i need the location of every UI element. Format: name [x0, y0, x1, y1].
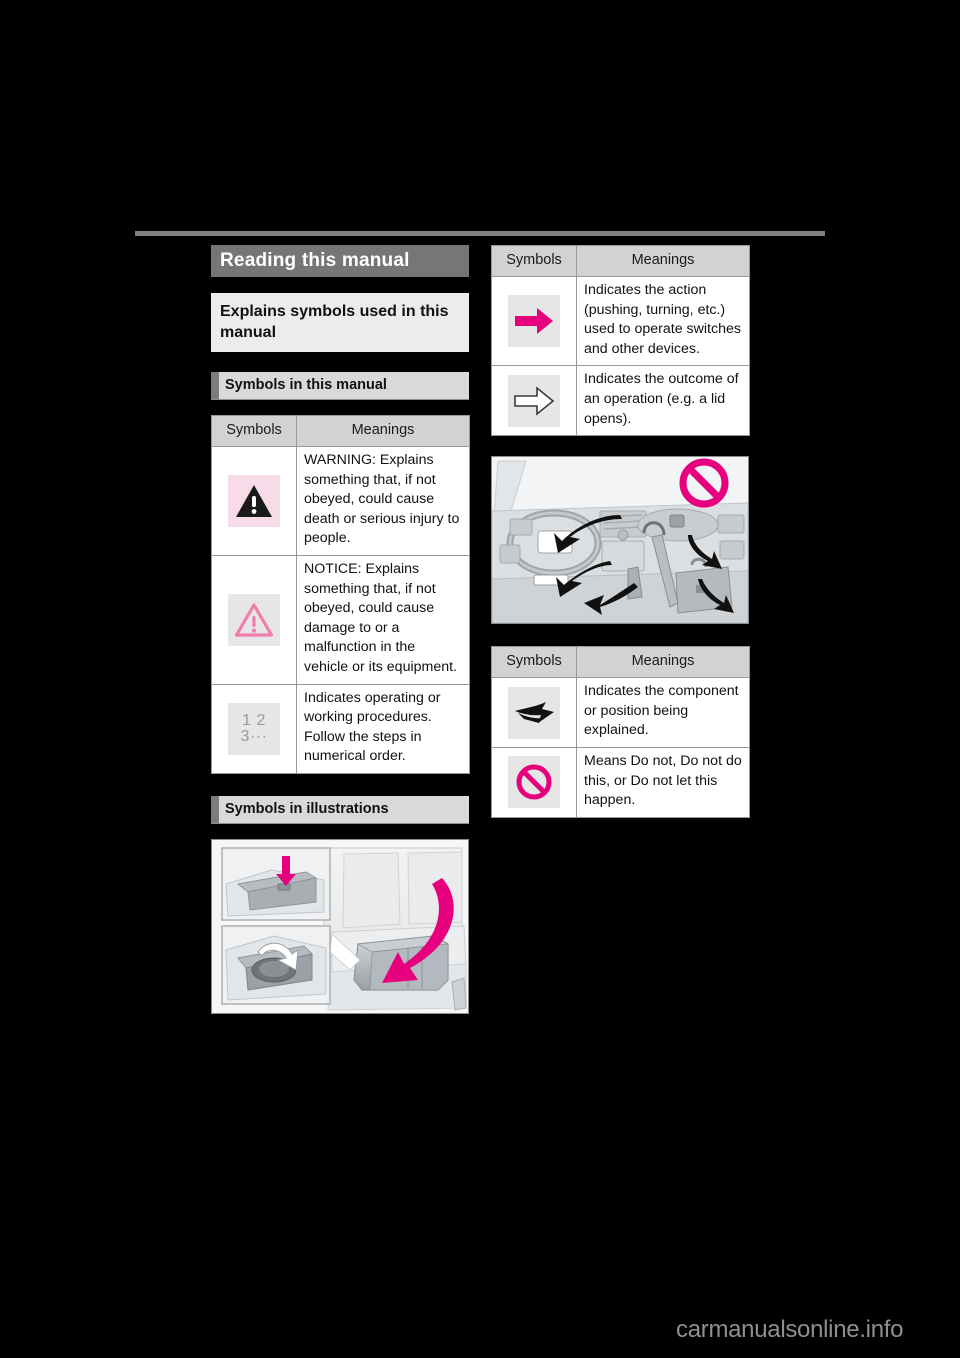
meaning-cell: NOTICE: Explains something that, if not … — [296, 554, 470, 685]
table-row: WARNING: Explains something that, if not… — [211, 446, 470, 556]
left-column: Reading this manual Explains symbols use… — [211, 245, 470, 1014]
symbol-cell — [491, 365, 577, 437]
page-top-rule — [135, 231, 825, 236]
subheading-accent-bar — [211, 372, 219, 399]
table-row: NOTICE: Explains something that, if not … — [211, 554, 470, 685]
illustration-symbols-table-top: Symbols Meanings Indicates the action (p… — [491, 245, 750, 437]
section-heading: Explains symbols used in this manual — [211, 293, 469, 352]
prohibition-circle-icon — [508, 756, 560, 809]
column-header-meanings: Meanings — [576, 245, 750, 277]
column-header-symbols: Symbols — [491, 646, 577, 679]
table-row: Means Do not, Do not do this, or Do not … — [491, 746, 750, 818]
symbol-cell — [491, 746, 577, 818]
subheading-symbols-in-illustrations: Symbols in illustrations — [211, 795, 469, 824]
symbol-cell: 1 2 3··· — [211, 683, 297, 774]
column-header-meanings: Meanings — [576, 646, 750, 679]
site-watermark: carmanualsonline.info — [676, 1316, 904, 1343]
manual-page: Reading this manual Explains symbols use… — [0, 0, 960, 1358]
number-sequence-icon: 1 2 3··· — [228, 702, 280, 755]
illustration-symbols-table-bottom: Symbols Meanings Indicates the component… — [491, 646, 750, 818]
meaning-cell: WARNING: Explains something that, if not… — [296, 446, 470, 556]
meaning-cell: Means Do not, Do not do this, or Do not … — [576, 746, 750, 818]
table-header-row: Symbols Meanings — [211, 415, 470, 447]
outline-arrow-right-icon — [508, 374, 560, 427]
rear-seat-armrest-illustration — [211, 838, 469, 1014]
subheading-symbols-in-this-manual: Symbols in this manual — [211, 372, 469, 400]
meaning-cell: Indicates operating or working procedure… — [296, 683, 470, 774]
table-row: Indicates the action (pushing, turning, … — [491, 275, 750, 367]
symbol-cell — [211, 446, 297, 556]
subheading-label: Symbols in this manual — [219, 372, 469, 399]
meaning-cell: Indicates the outcome of an operation (e… — [576, 365, 750, 437]
column-header-symbols: Symbols — [491, 245, 577, 277]
symbol-cell — [211, 554, 297, 685]
chapter-title-bar: Reading this manual — [211, 245, 469, 277]
column-header-meanings: Meanings — [296, 415, 470, 447]
solid-arrow-right-icon — [508, 295, 560, 348]
manual-symbols-table: Symbols Meanings WARNING: Explains somet… — [211, 415, 470, 774]
table-row: Indicates the component or position bein… — [491, 677, 750, 748]
meaning-cell: Indicates the component or position bein… — [576, 677, 750, 748]
table-header-row: Symbols Meanings — [491, 646, 750, 679]
warning-triangle-icon — [228, 474, 280, 527]
symbol-cell — [491, 275, 577, 367]
meaning-cell: Indicates the action (pushing, turning, … — [576, 275, 750, 367]
table-header-row: Symbols Meanings — [491, 245, 750, 277]
table-row: Indicates the outcome of an operation (e… — [491, 365, 750, 437]
notice-triangle-icon — [228, 593, 280, 646]
dashboard-storage-illustration — [491, 456, 749, 625]
subheading-label: Symbols in illustrations — [219, 795, 469, 823]
table-row: 1 2 3··· Indicates operating or working … — [211, 683, 470, 774]
number-sequence-label: 1 2 3··· — [240, 711, 268, 745]
right-column: Symbols Meanings Indicates the action (p… — [491, 245, 750, 818]
symbol-cell — [491, 677, 577, 748]
subheading-accent-bar — [211, 795, 219, 823]
curved-swoosh-arrow-icon — [508, 686, 560, 739]
column-header-symbols: Symbols — [211, 415, 297, 447]
